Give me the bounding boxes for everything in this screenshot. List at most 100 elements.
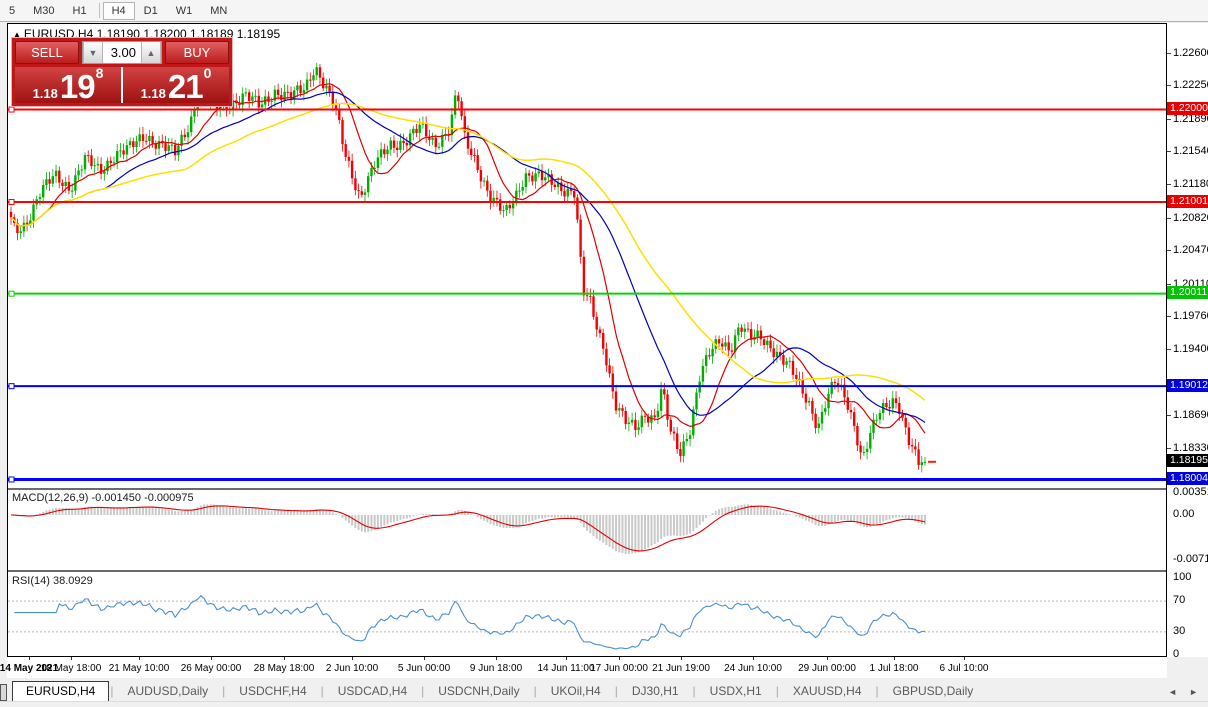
tab-usdx[interactable]: USDX,H1 xyxy=(697,682,775,701)
price-tick-dash xyxy=(1167,415,1171,416)
rsi-label: RSI(14) 38.0929 xyxy=(12,575,93,587)
price-tick-dash xyxy=(1167,85,1171,86)
price-tick-dash xyxy=(1167,349,1171,350)
volume-stepper: ▼ 3.00 ▲ xyxy=(82,41,162,64)
time-axis-label: 18 May 18:00 xyxy=(41,663,102,674)
volume-decrease-button[interactable]: ▼ xyxy=(83,42,103,63)
tab-scroll-arrows: ◄ ► xyxy=(1168,687,1208,701)
price-tick-label: 1.19400 xyxy=(1173,343,1208,355)
time-axis-label: 5 Jun 00:00 xyxy=(398,663,450,674)
price-tick-label: 1.20820 xyxy=(1173,212,1208,224)
time-axis-label: 29 Jun 00:00 xyxy=(798,663,856,674)
time-axis-label: 21 May 10:00 xyxy=(109,663,170,674)
volume-input[interactable]: 3.00 xyxy=(103,42,141,63)
rsi-axis-label: 100 xyxy=(1173,571,1191,583)
ask-big-digits: 21 xyxy=(168,73,203,101)
price-tick-dash xyxy=(1167,316,1171,317)
time-axis-label: 1 Jul 18:00 xyxy=(870,663,919,674)
price-axis[interactable]: 1.226001.222501.218901.215401.211801.208… xyxy=(1167,23,1208,657)
time-axis-tick xyxy=(894,657,895,660)
price-tick-label: 1.22600 xyxy=(1173,47,1208,59)
time-axis-tick xyxy=(496,657,497,660)
price-line-label: 1.18195 xyxy=(1167,454,1208,467)
tab-gbpusd[interactable]: GBPUSD,Daily xyxy=(880,682,987,701)
macd-label: MACD(12,26,9) -0.001450 -0.000975 xyxy=(12,492,194,504)
price-tick-label: 1.20470 xyxy=(1173,244,1208,256)
spin-up-icon: ▲ xyxy=(147,48,156,58)
time-axis-label: 21 Jun 19:00 xyxy=(652,663,710,674)
timeframe-button-5[interactable]: 5 xyxy=(0,2,24,20)
timeframe-button-m30[interactable]: M30 xyxy=(24,2,63,20)
volume-increase-button[interactable]: ▲ xyxy=(141,42,161,63)
time-axis-tick xyxy=(71,657,72,660)
price-tick-label: 1.18330 xyxy=(1173,442,1208,454)
tab-xauusd[interactable]: XAUUSD,H4 xyxy=(780,682,875,701)
price-tick-dash xyxy=(1167,448,1171,449)
price-tick-dash xyxy=(1167,119,1171,120)
rsi-axis-label: 70 xyxy=(1173,594,1185,606)
tab-ukoil[interactable]: UKOil,H4 xyxy=(538,682,614,701)
ask-price-display[interactable]: 1.18210 xyxy=(123,67,229,103)
time-axis-tick xyxy=(964,657,965,660)
bid-big-digits: 19 xyxy=(60,73,95,101)
timeframe-button-w1[interactable]: W1 xyxy=(167,2,202,20)
price-tick-dash xyxy=(1167,184,1171,185)
price-line-label: 1.20011 xyxy=(1167,286,1208,299)
time-axis-label: 24 Jun 10:00 xyxy=(724,663,782,674)
time-axis-tick xyxy=(827,657,828,660)
price-tick-dash xyxy=(1167,218,1171,219)
buy-button[interactable]: BUY xyxy=(165,41,229,64)
price-tick-dash xyxy=(1167,250,1171,251)
timeframe-button-mn[interactable]: MN xyxy=(201,2,236,20)
time-axis-tick xyxy=(139,657,140,660)
price-line-label: 1.18004 xyxy=(1167,472,1208,485)
macd-axis-label: -0.007178 xyxy=(1173,553,1208,565)
macd-axis-label: 0.00 xyxy=(1173,508,1194,520)
tab-usdcad[interactable]: USDCAD,H4 xyxy=(325,682,420,701)
status-strip xyxy=(0,701,1208,707)
bid-pip-digit: 8 xyxy=(96,67,104,80)
price-tick-dash xyxy=(1167,53,1171,54)
time-axis-label: 28 May 18:00 xyxy=(254,663,315,674)
rsi-pane-canvas[interactable] xyxy=(8,572,1166,656)
tab-scroll-left-icon[interactable]: ◄ xyxy=(1168,687,1177,697)
ask-pip-digit: 0 xyxy=(204,67,212,80)
time-axis-label: 14 Jun 11:00 xyxy=(537,663,594,674)
timeframe-button-h1[interactable]: H1 xyxy=(64,2,96,20)
time-axis[interactable]: 14 May 202118 May 18:0021 May 10:0026 Ma… xyxy=(7,657,1167,678)
bid-price-display[interactable]: 1.18198 xyxy=(15,67,121,103)
price-line-label: 1.22000 xyxy=(1167,102,1208,115)
time-axis-label: 26 May 00:00 xyxy=(181,663,242,674)
spin-down-icon: ▼ xyxy=(89,48,98,58)
price-tick-dash xyxy=(1167,284,1171,285)
sell-button[interactable]: SELL xyxy=(15,41,79,64)
tab-usdchf[interactable]: USDCHF,H4 xyxy=(226,682,319,701)
timeframe-button-h4[interactable]: H4 xyxy=(103,2,135,20)
toolbar-separator xyxy=(99,3,100,18)
time-axis-tick xyxy=(284,657,285,660)
price-line-label: 1.19012 xyxy=(1167,379,1208,392)
tab-scroll-right-icon[interactable]: ► xyxy=(1189,687,1198,697)
tab-eurusd[interactable]: EURUSD,H4 xyxy=(12,681,109,701)
chart-tabs: EURUSD,H4|AUDUSD,Daily|USDCHF,H4|USDCAD,… xyxy=(12,681,986,701)
timeframe-button-d1[interactable]: D1 xyxy=(135,2,167,20)
time-axis-label: 2 Jun 10:00 xyxy=(326,663,378,674)
tab-dj30[interactable]: DJ30,H1 xyxy=(619,682,692,701)
time-axis-tick xyxy=(211,657,212,660)
chart-window: ▲EURUSD,H4 1.18190 1.18200 1.18189 1.181… xyxy=(7,23,1167,657)
ask-prefix: 1.18 xyxy=(141,86,166,101)
time-axis-tick xyxy=(29,657,30,660)
time-axis-tick xyxy=(753,657,754,660)
time-axis-tick xyxy=(566,657,567,660)
timeframe-bar: 5M30H1 H4D1W1MN xyxy=(0,0,1208,22)
tab-usdcnh[interactable]: USDCNH,Daily xyxy=(425,682,532,701)
rsi-axis-label: 0 xyxy=(1173,648,1179,657)
price-line-label: 1.21001 xyxy=(1167,195,1208,208)
time-axis-label: 6 Jul 10:00 xyxy=(940,663,989,674)
price-tick-dash xyxy=(1167,151,1171,152)
tab-audusd[interactable]: AUDUSD,Daily xyxy=(114,682,221,701)
rsi-axis-label: 30 xyxy=(1173,625,1185,637)
time-axis-tick xyxy=(424,657,425,660)
bid-prefix: 1.18 xyxy=(33,86,58,101)
tab-strip-edge xyxy=(0,684,7,701)
